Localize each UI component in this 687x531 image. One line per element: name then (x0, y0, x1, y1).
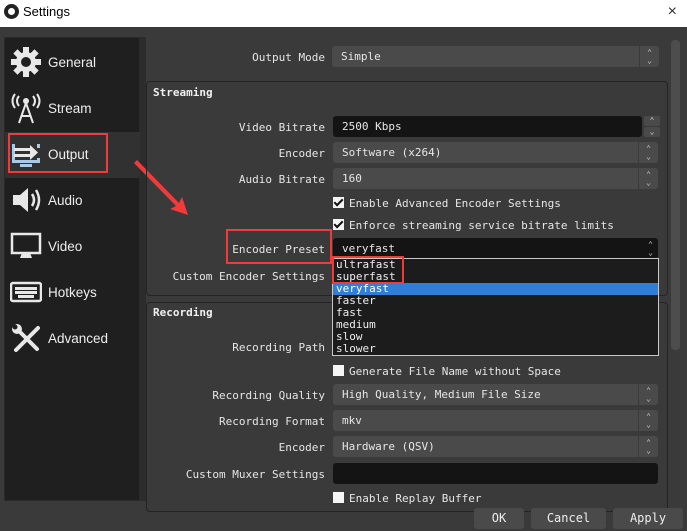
streaming-encoder-label: Encoder (278, 147, 325, 160)
sidebar-item-video[interactable]: Video (5, 224, 140, 270)
replay-buffer-checkbox[interactable]: Enable Replay Buffer (333, 492, 481, 505)
sidebar-item-advanced[interactable]: Advanced (5, 316, 140, 362)
video-bitrate-value: 2500 Kbps (342, 120, 402, 133)
sidebar-item-general[interactable]: General (5, 40, 140, 86)
checkbox-label: Enable Replay Buffer (349, 492, 482, 505)
encoder-preset-select[interactable]: veryfast ⌃ ⌄ (333, 238, 658, 259)
output-mode-select[interactable]: Simple ⌃ ⌄ (332, 46, 659, 67)
chevron-updown-icon: ⌃ ⌄ (638, 384, 658, 405)
close-icon[interactable]: × (668, 3, 677, 21)
encoder-preset-value: veryfast (342, 242, 395, 255)
sidebar-item-label: Audio (48, 193, 83, 208)
encoder-preset-dropdown[interactable]: ultrafast superfast veryfast faster fast… (332, 258, 659, 356)
recording-quality-select[interactable]: High Quality, Medium File Size ⌃ ⌄ (333, 384, 658, 405)
chevron-updown-icon: ⌃ ⌄ (638, 168, 658, 189)
checkbox-checked-icon (333, 197, 344, 208)
preset-option[interactable]: slow (333, 331, 658, 343)
cancel-button[interactable]: Cancel (531, 508, 606, 529)
advanced-encoder-checkbox[interactable]: Enable Advanced Encoder Settings (333, 197, 561, 210)
sidebar-item-stream[interactable]: Stream (5, 86, 140, 132)
encoder-preset-label: Encoder Preset (232, 243, 325, 256)
ok-button[interactable]: OK (474, 508, 524, 529)
audio-bitrate-value: 160 (342, 172, 362, 185)
preset-option-selected[interactable]: veryfast (333, 283, 658, 295)
recording-quality-label: Recording Quality (212, 389, 325, 402)
recording-format-label: Recording Format (219, 415, 325, 428)
recording-encoder-select[interactable]: Hardware (QSV) ⌃ ⌄ (333, 436, 658, 457)
sidebar-item-label: Hotkeys (48, 285, 97, 300)
spin-down-icon[interactable]: ⌄ (644, 127, 660, 137)
output-icon (12, 144, 40, 167)
sidebar: General Stream Output Audio Video Hotkey… (4, 37, 140, 501)
video-bitrate-spinbox[interactable]: 2500 Kbps ⌃ ⌄ (333, 116, 660, 137)
window-title: Settings (23, 4, 70, 19)
chevron-updown-icon: ⌃ ⌄ (638, 142, 658, 163)
checkbox-label: Generate File Name without Space (349, 365, 561, 378)
streaming-encoder-select[interactable]: Software (x264) ⌃ ⌄ (333, 142, 658, 163)
checkbox-label: Enable Advanced Encoder Settings (349, 197, 561, 210)
custom-muxer-input[interactable] (333, 463, 658, 484)
sidebar-item-audio[interactable]: Audio (5, 178, 140, 224)
scrollbar-thumb[interactable] (671, 40, 680, 350)
audio-bitrate-select[interactable]: 160 ⌃ ⌄ (333, 168, 658, 189)
custom-muxer-label: Custom Muxer Settings (185, 468, 325, 481)
sidebar-item-label: General (48, 55, 97, 70)
output-mode-value: Simple (341, 50, 381, 63)
custom-encoder-settings-label: Custom Encoder Settings (172, 270, 325, 283)
monitor-icon (10, 232, 42, 258)
keyboard-icon (10, 281, 42, 303)
main-scrollbar[interactable] (671, 40, 680, 500)
preset-option[interactable]: slower (333, 343, 658, 355)
chevron-updown-icon: ⌃ ⌄ (638, 410, 658, 431)
sidebar-item-label: Advanced (48, 331, 109, 346)
recording-path-label: Recording Path (232, 341, 325, 354)
video-bitrate-label: Video Bitrate (238, 121, 325, 134)
enforce-limits-checkbox[interactable]: Enforce streaming service bitrate limits (333, 219, 614, 232)
recording-encoder-label: Encoder (278, 441, 325, 454)
recording-title: Recording (153, 306, 213, 319)
sidebar-item-label: Stream (48, 101, 92, 116)
sidebar-item-hotkeys[interactable]: Hotkeys (5, 270, 140, 316)
streaming-encoder-value: Software (x264) (342, 146, 442, 159)
title-bar: Settings × (0, 0, 687, 27)
sidebar-item-output[interactable]: Output (5, 132, 140, 178)
checkbox-unchecked-icon (333, 492, 344, 503)
preset-option[interactable]: faster (333, 295, 658, 307)
output-mode-label: Output Mode (252, 51, 325, 64)
preset-option[interactable]: medium (333, 319, 658, 331)
gear-icon (11, 47, 41, 77)
preset-option[interactable]: fast (333, 307, 658, 319)
streaming-title: Streaming (153, 86, 213, 99)
checkbox-label: Enforce streaming service bitrate limits (349, 219, 614, 232)
chevron-updown-icon: ⌃ ⌄ (648, 240, 653, 257)
recording-encoder-value: Hardware (QSV) (342, 440, 435, 453)
recording-format-value: mkv (342, 414, 362, 427)
chevron-updown-icon: ⌃ ⌄ (638, 436, 658, 457)
audio-bitrate-label: Audio Bitrate (238, 173, 325, 186)
checkbox-checked-icon (333, 219, 344, 230)
obs-logo-icon (4, 4, 19, 19)
checkbox-unchecked-icon (333, 365, 344, 376)
antenna-icon (11, 93, 41, 124)
no-space-checkbox[interactable]: Generate File Name without Space (333, 365, 561, 378)
speaker-icon (13, 188, 41, 212)
recording-quality-value: High Quality, Medium File Size (342, 388, 541, 401)
sidebar-item-label: Video (48, 239, 83, 254)
chevron-updown-icon: ⌃ ⌄ (639, 46, 659, 67)
tools-icon (12, 324, 40, 352)
recording-format-select[interactable]: mkv ⌃ ⌄ (333, 410, 658, 431)
sidebar-item-label: Output (48, 147, 89, 162)
apply-button[interactable]: Apply (613, 508, 683, 529)
spin-up-icon[interactable]: ⌃ (644, 116, 660, 126)
